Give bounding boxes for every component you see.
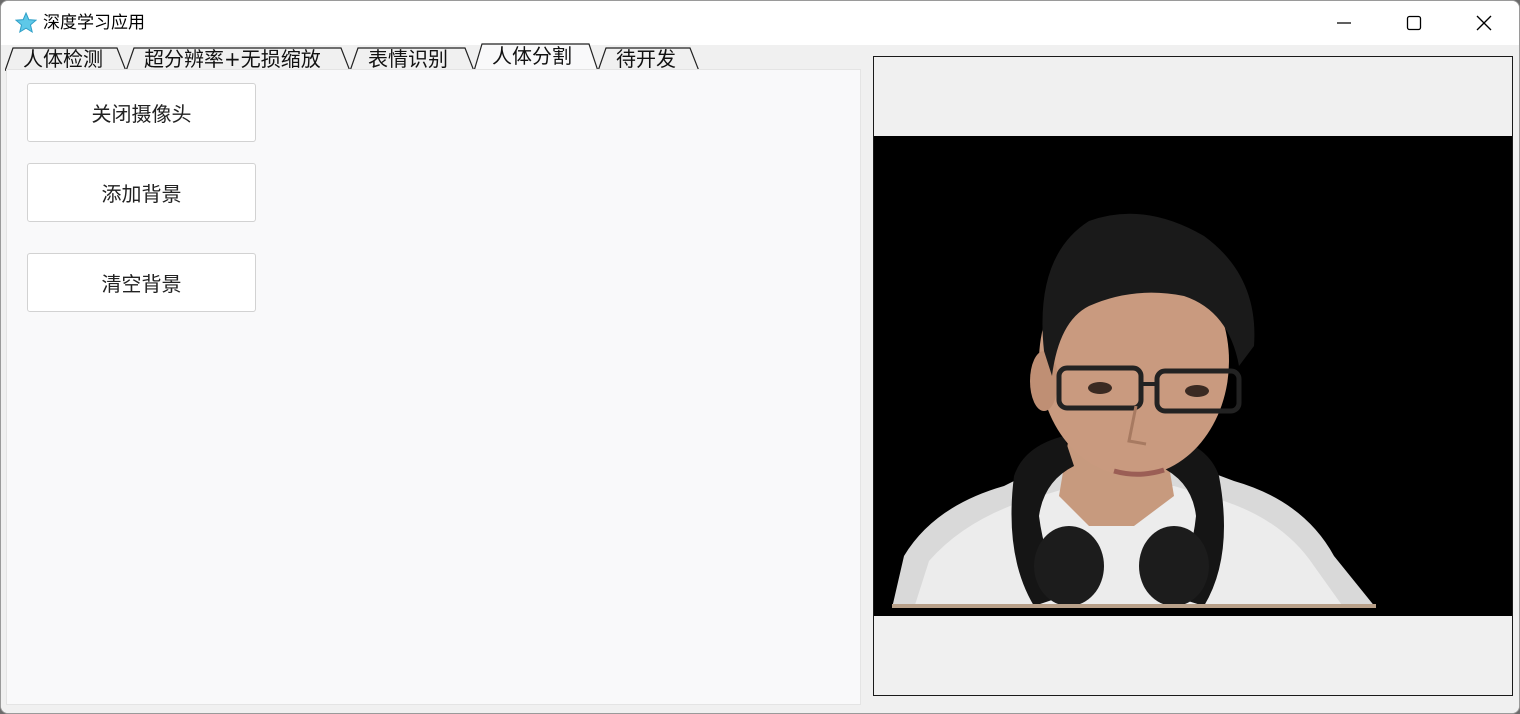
minimize-button[interactable]	[1309, 1, 1379, 45]
tab-human-detection[interactable]: 人体检测	[5, 47, 126, 71]
tab-label: 人体分割	[492, 44, 572, 68]
tab-super-resolution[interactable]: 超分辨率+无损缩放	[126, 47, 350, 71]
camera-feed	[874, 136, 1512, 616]
close-button[interactable]	[1449, 1, 1519, 45]
segmented-person-image	[874, 136, 1512, 616]
clear-background-button[interactable]: 清空背景	[27, 253, 256, 312]
tab-bar: 人体检测 超分辨率+无损缩放 表情识别 人体分割 待开发	[1, 43, 861, 71]
video-display-frame	[873, 56, 1513, 696]
app-window: 深度学习应用 人体检测 超分辨率+无损缩放 表情识别 人体分割 待开发 关闭摄像…	[0, 0, 1520, 714]
close-camera-button[interactable]: 关闭摄像头	[27, 83, 256, 142]
tab-label: 超分辨率+无损缩放	[144, 47, 321, 71]
title-bar[interactable]: 深度学习应用	[1, 1, 1519, 45]
tab-label: 人体检测	[23, 47, 103, 71]
tab-human-segmentation[interactable]: 人体分割	[474, 43, 598, 71]
close-icon	[1476, 15, 1492, 31]
star-app-icon	[15, 12, 37, 34]
maximize-button[interactable]	[1379, 1, 1449, 45]
tab-expression-recognition[interactable]: 表情识别	[350, 47, 474, 71]
tab-label: 待开发	[616, 47, 676, 71]
client-area: 人体检测 超分辨率+无损缩放 表情识别 人体分割 待开发 关闭摄像头 添加背景	[1, 43, 1519, 713]
window-title: 深度学习应用	[43, 13, 145, 33]
minimize-icon	[1337, 22, 1351, 24]
tab-content-panel: 关闭摄像头 添加背景 清空背景	[6, 69, 861, 705]
add-background-button[interactable]: 添加背景	[27, 163, 256, 222]
maximize-icon	[1406, 15, 1422, 31]
tab-to-be-developed[interactable]: 待开发	[598, 47, 699, 71]
tab-label: 表情识别	[368, 47, 448, 71]
